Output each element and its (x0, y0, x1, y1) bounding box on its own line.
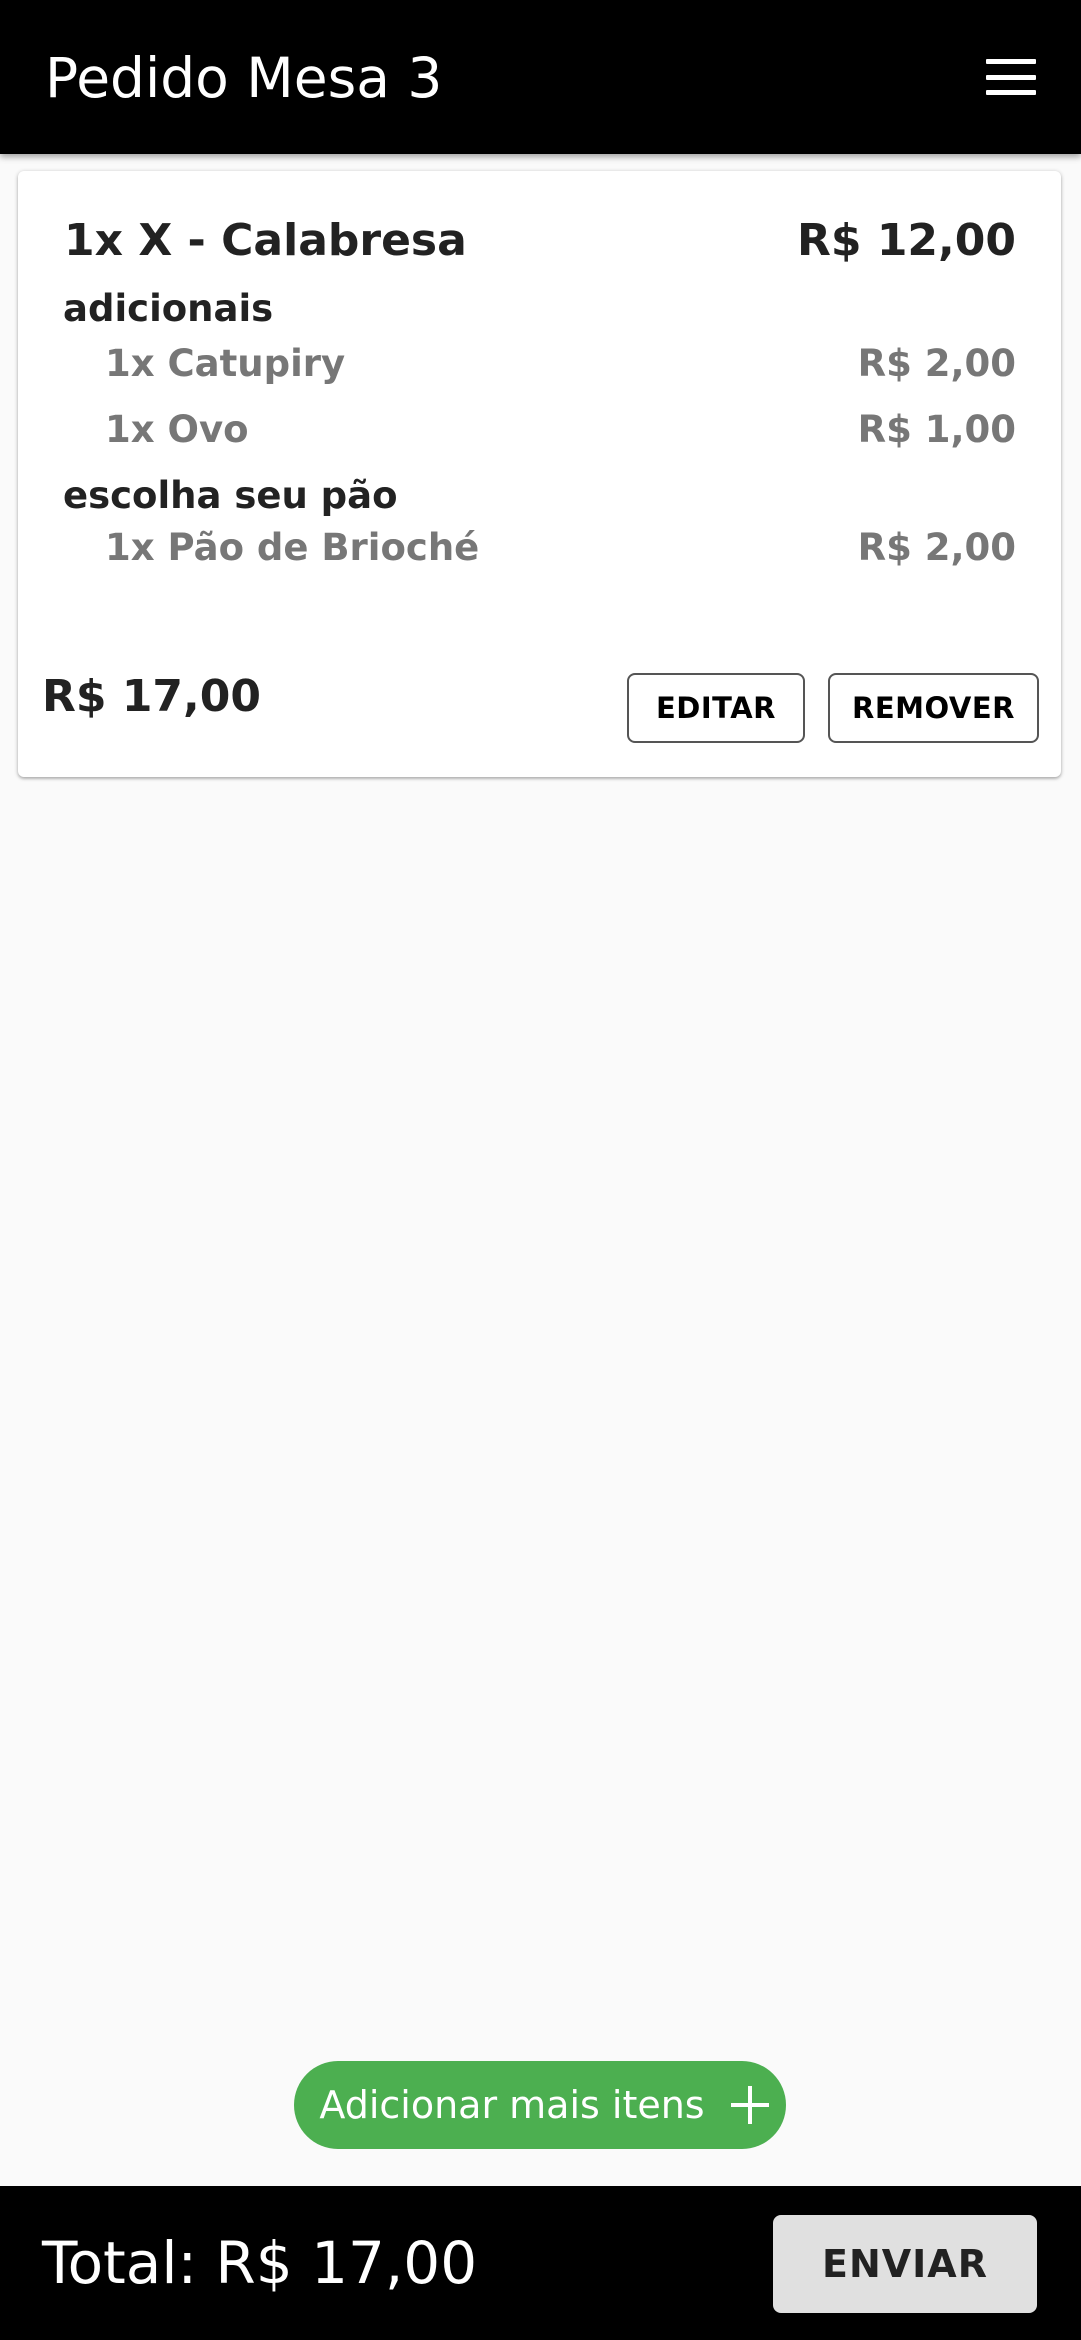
group-title-pao: escolha seu pão (63, 474, 398, 517)
order-item-card: 1x X - Calabresa R$ 12,00 adicionais 1x … (18, 171, 1061, 777)
add-more-items-button[interactable]: Adicionar mais itens (294, 2061, 786, 2149)
option-name: 1x Ovo (105, 408, 249, 451)
edit-button[interactable]: EDITAR (627, 673, 805, 743)
group-title-adicionais: adicionais (63, 287, 274, 330)
item-name: 1x X - Calabresa (64, 215, 467, 266)
page-title: Pedido Mesa 3 (45, 46, 443, 110)
add-more-items-label: Adicionar mais itens (319, 2083, 705, 2127)
menu-button[interactable] (971, 37, 1051, 117)
option-price: R$ 1,00 (857, 408, 1016, 451)
option-name: 1x Pão de Brioché (105, 526, 480, 569)
order-screen: Pedido Mesa 3 1x X - Calabresa R$ 12,00 … (0, 0, 1081, 2340)
option-price: R$ 2,00 (857, 526, 1016, 569)
hamburger-menu-icon (986, 59, 1036, 95)
plus-icon (730, 2086, 769, 2124)
app-bar: Pedido Mesa 3 (0, 0, 1081, 154)
order-total: Total: R$ 17,00 (42, 2229, 478, 2297)
send-button[interactable]: ENVIAR (773, 2215, 1037, 2313)
item-price: R$ 12,00 (797, 215, 1016, 266)
option-name: 1x Catupiry (105, 342, 346, 385)
bottom-bar: Total: R$ 17,00 ENVIAR (0, 2186, 1081, 2340)
remove-button[interactable]: REMOVER (828, 673, 1039, 743)
option-price: R$ 2,00 (857, 342, 1016, 385)
item-subtotal: R$ 17,00 (42, 671, 261, 722)
